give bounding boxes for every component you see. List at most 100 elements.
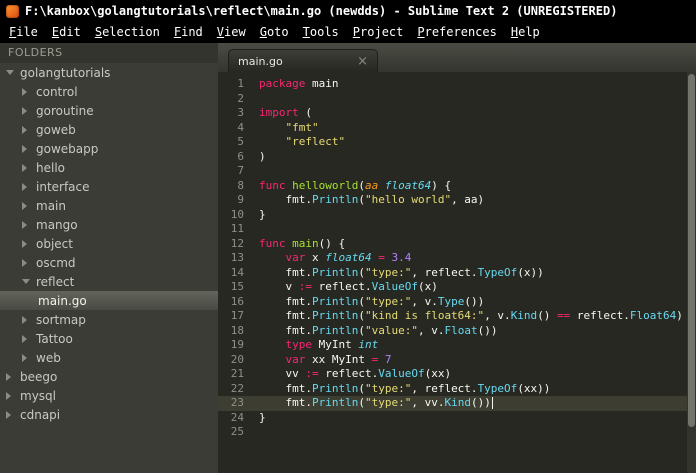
tab-main-go[interactable]: main.go × (228, 49, 378, 72)
menu-item-help[interactable]: Help (504, 22, 547, 43)
menu-item-view[interactable]: View (210, 22, 253, 43)
line-number: 3 (237, 106, 244, 119)
menu-item-preferences[interactable]: Preferences (410, 22, 503, 43)
menu-item-edit[interactable]: Edit (45, 22, 88, 43)
tree-item-control[interactable]: control (0, 82, 218, 101)
tree-item-web[interactable]: web (0, 348, 218, 367)
triangle-right-icon[interactable] (22, 163, 27, 172)
line-number: 24 (230, 410, 244, 424)
code-line: 14 fmt.Println("type:", reflect.TypeOf(x… (218, 266, 696, 281)
tree-item-label: goweb (36, 122, 76, 137)
sublime-window: F:\kanbox\golangtutorials\reflect\main.g… (0, 0, 696, 473)
tree-item-mysql[interactable]: mysql (0, 386, 218, 405)
tree-item-oscmd[interactable]: oscmd (0, 253, 218, 272)
line-number: 20 (230, 352, 244, 366)
tree-item-cdnapi[interactable]: cdnapi (0, 405, 218, 424)
menu-item-project[interactable]: Project (346, 22, 411, 43)
tree-item-label: mysql (20, 388, 56, 403)
code-line: 17 fmt.Println("kind is float64:", v.Kin… (218, 309, 696, 324)
code-line: 3 import ( (218, 106, 696, 121)
scrollbar-thumb[interactable] (688, 74, 695, 427)
tree-item-goweb[interactable]: goweb (0, 120, 218, 139)
code-text: fmt.Println("value:", v.Float()) (259, 323, 498, 337)
triangle-right-icon[interactable] (22, 239, 27, 248)
code-line: 8 func helloworld(aa float64) { (218, 179, 696, 194)
code-text: var x float64 = 3.4 (285, 251, 412, 264)
triangle-right-icon[interactable] (22, 353, 27, 362)
tree-item-sortmap[interactable]: sortmap (0, 310, 218, 329)
tab-close-icon[interactable]: × (357, 55, 368, 68)
menu-item-goto[interactable]: Goto (253, 22, 296, 43)
code-line: 9 fmt.Println("hello world", aa) (218, 193, 696, 208)
triangle-right-icon[interactable] (22, 258, 27, 267)
code-line: 1 package main (218, 77, 696, 92)
code-line: 20 var xx MyInt = 7 (218, 353, 696, 368)
triangle-right-icon[interactable] (22, 144, 27, 153)
tree-item-label: object (36, 236, 73, 251)
triangle-right-icon[interactable] (22, 106, 27, 115)
triangle-right-icon[interactable] (22, 334, 27, 343)
text-cursor (491, 397, 493, 409)
triangle-right-icon[interactable] (22, 125, 27, 134)
tree-item-label: sortmap (36, 312, 86, 327)
triangle-right-icon[interactable] (22, 201, 27, 210)
triangle-down-icon[interactable] (22, 279, 30, 284)
code-text: v := reflect.ValueOf(x) (259, 280, 438, 293)
tree-item-golangtutorials[interactable]: golangtutorials (0, 63, 218, 82)
tree-item-label: mango (36, 217, 78, 232)
line-number: 9 (237, 193, 244, 206)
tree-item-mango[interactable]: mango (0, 215, 218, 234)
tree-item-main[interactable]: main (0, 196, 218, 215)
tree-item-goroutine[interactable]: goroutine (0, 101, 218, 120)
tree-item-label: control (36, 84, 78, 99)
tree-item-label: main.go (38, 293, 87, 308)
line-number: 1 (237, 77, 244, 90)
line-number: 22 (230, 381, 244, 395)
triangle-right-icon[interactable] (22, 182, 27, 191)
code-text: type MyInt int (285, 338, 379, 351)
menu-item-find[interactable]: Find (167, 22, 210, 43)
line-number: 13 (230, 251, 244, 264)
triangle-right-icon[interactable] (22, 315, 27, 324)
title-bar[interactable]: F:\kanbox\golangtutorials\reflect\main.g… (0, 0, 696, 22)
menu-item-selection[interactable]: Selection (88, 22, 167, 43)
tree-item-label: goroutine (36, 103, 94, 118)
line-number: 16 (230, 294, 244, 308)
menu-item-file[interactable]: File (2, 22, 45, 43)
line-number: 18 (230, 323, 244, 337)
triangle-right-icon[interactable] (6, 410, 11, 419)
tree-item-interface[interactable]: interface (0, 177, 218, 196)
menu-item-tools[interactable]: Tools (296, 22, 346, 43)
line-number: 6 (237, 149, 244, 163)
tree-item-object[interactable]: object (0, 234, 218, 253)
code-area[interactable]: 1 package main 2 3 import (4 "fmt" 5 "reflect… (218, 72, 696, 473)
tree-item-reflect[interactable]: reflect (0, 272, 218, 291)
line-number: 5 (237, 135, 244, 148)
folders-header: FOLDERS (0, 43, 218, 63)
code-line: 11 (218, 222, 696, 237)
code-text: fmt.Println("type:", reflect.TypeOf(x)) (259, 265, 544, 279)
line-number: 17 (230, 309, 244, 322)
line-number: 2 (237, 91, 244, 105)
sidebar: FOLDERS golangtutorials control goroutine g… (0, 43, 218, 473)
code-line: 16 fmt.Println("type:", v.Type()) (218, 295, 696, 310)
triangle-right-icon[interactable] (22, 220, 27, 229)
editor-scrollbar[interactable] (687, 72, 696, 473)
triangle-right-icon[interactable] (22, 87, 27, 96)
code-text: fmt.Println("type:", reflect.TypeOf(xx)) (259, 381, 551, 395)
line-number: 4 (237, 120, 244, 134)
triangle-right-icon[interactable] (6, 372, 11, 381)
line-number: 8 (237, 178, 244, 192)
tree-item-main-go[interactable]: main.go (0, 291, 218, 310)
tree-item-tattoo[interactable]: Tattoo (0, 329, 218, 348)
code-line: 13 var x float64 = 3.4 (218, 251, 696, 266)
tree-item-hello[interactable]: hello (0, 158, 218, 177)
code-text: fmt.Println("kind is float64:", v.Kind()… (259, 309, 683, 322)
triangle-down-icon[interactable] (6, 70, 14, 75)
tree-item-label: main (36, 198, 66, 213)
tree-item-beego[interactable]: beego (0, 367, 218, 386)
line-number: 12 (230, 236, 244, 250)
triangle-right-icon[interactable] (6, 391, 11, 400)
tree-item-gowebapp[interactable]: gowebapp (0, 139, 218, 158)
tree-item-label: web (36, 350, 61, 365)
